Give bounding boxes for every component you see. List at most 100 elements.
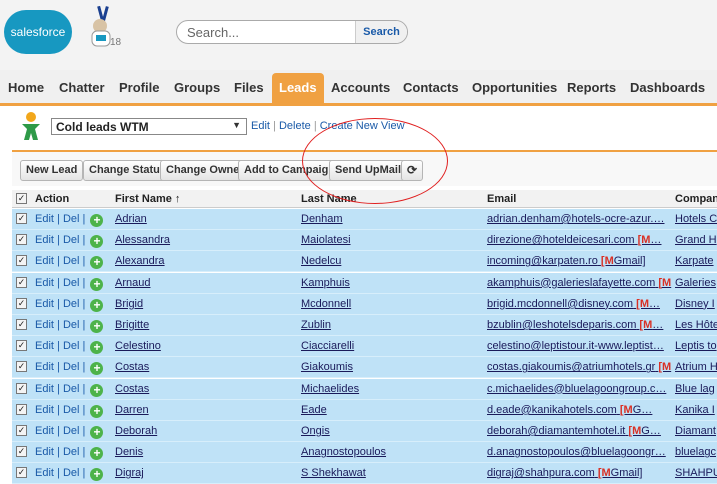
- row-del-link[interactable]: Del: [63, 467, 80, 479]
- first-name-link[interactable]: Brigitte: [115, 315, 297, 336]
- row-edit-link[interactable]: Edit: [35, 319, 54, 331]
- row-edit-link[interactable]: Edit: [35, 234, 54, 246]
- email-link[interactable]: c.michaelides@bluelagoongroup.c…: [487, 383, 666, 395]
- table-row[interactable]: ✓ Edit | Del | + Brigid Mcdonnell brigid…: [12, 293, 717, 315]
- row-checkbox[interactable]: ✓: [16, 382, 27, 394]
- tab-groups[interactable]: Groups: [174, 80, 220, 95]
- row-edit-link[interactable]: Edit: [35, 383, 54, 395]
- row-del-link[interactable]: Del: [63, 404, 80, 416]
- add-icon[interactable]: +: [90, 383, 104, 397]
- first-name-link[interactable]: Brigid: [115, 294, 297, 315]
- table-row[interactable]: ✓ Edit | Del | + Costas Michaelides c.mi…: [12, 378, 717, 400]
- row-edit-link[interactable]: Edit: [35, 425, 54, 437]
- row-del-link[interactable]: Del: [63, 340, 80, 352]
- company-link[interactable]: Grand H: [675, 230, 717, 251]
- company-link[interactable]: Karpate: [675, 251, 717, 272]
- add-icon[interactable]: +: [90, 214, 104, 227]
- first-name-link[interactable]: Costas: [115, 379, 297, 400]
- row-checkbox[interactable]: ✓: [16, 403, 27, 415]
- column-header-first-name[interactable]: First Name ↑: [115, 190, 297, 208]
- gmail-icon[interactable]: [M: [658, 277, 671, 289]
- gmail-label[interactable]: …: [652, 319, 663, 331]
- column-header-company[interactable]: Company: [675, 190, 717, 208]
- table-row[interactable]: ✓ Edit | Del | + Adrian Denham adrian.de…: [12, 209, 717, 230]
- company-link[interactable]: Kanika I: [675, 400, 717, 421]
- first-name-link[interactable]: Denis: [115, 442, 297, 463]
- last-name-link[interactable]: Giakoumis: [301, 357, 483, 378]
- column-header-email[interactable]: Email: [487, 190, 672, 208]
- table-row[interactable]: ✓ Edit | Del | + Brigitte Zublin bzublin…: [12, 315, 717, 336]
- row-del-link[interactable]: Del: [63, 361, 80, 373]
- tab-home[interactable]: Home: [8, 80, 44, 95]
- add-icon[interactable]: +: [90, 404, 104, 418]
- add-icon[interactable]: +: [90, 298, 104, 312]
- table-row[interactable]: ✓ Edit | Del | + Costas Giakoumis costas…: [12, 357, 717, 379]
- table-row[interactable]: ✓ Edit | Del | + Digraj S Shekhawat digr…: [12, 463, 717, 484]
- row-checkbox[interactable]: ✓: [16, 425, 27, 436]
- row-del-link[interactable]: Del: [63, 255, 80, 267]
- table-row[interactable]: ✓ Edit | Del | + Alexandra Nedelcu incom…: [12, 251, 717, 273]
- email-link[interactable]: deborah@diamantemhotel.it: [487, 425, 625, 437]
- tab-opportunities[interactable]: Opportunities: [472, 80, 557, 95]
- first-name-link[interactable]: Digraj: [115, 463, 297, 484]
- row-checkbox[interactable]: ✓: [16, 446, 27, 458]
- gmail-label[interactable]: …: [649, 298, 660, 310]
- add-icon[interactable]: +: [90, 277, 104, 291]
- search-input[interactable]: [177, 21, 355, 43]
- company-link[interactable]: Atrium H: [675, 357, 717, 378]
- company-link[interactable]: Hotels C: [675, 209, 717, 230]
- last-name-link[interactable]: Eade: [301, 400, 483, 421]
- row-checkbox[interactable]: ✓: [16, 340, 27, 352]
- last-name-link[interactable]: Nedelcu: [301, 251, 483, 272]
- last-name-link[interactable]: Mcdonnell: [301, 294, 483, 315]
- last-name-link[interactable]: Maiolatesi: [301, 230, 483, 251]
- row-del-link[interactable]: Del: [63, 234, 80, 246]
- last-name-link[interactable]: Kamphuis: [301, 273, 483, 294]
- salesforce-logo[interactable]: salesforce: [4, 10, 72, 54]
- tab-reports[interactable]: Reports: [567, 80, 616, 95]
- gmail-label[interactable]: G…: [633, 404, 653, 416]
- change-status-button[interactable]: Change Status: [83, 160, 173, 181]
- gmail-icon[interactable]: [M: [628, 425, 641, 437]
- first-name-link[interactable]: Adrian: [115, 209, 297, 230]
- row-del-link[interactable]: Del: [63, 213, 80, 225]
- select-all-checkbox[interactable]: ✓: [16, 193, 27, 204]
- row-del-link[interactable]: Del: [63, 277, 80, 289]
- email-link[interactable]: d.eade@kanikahotels.com: [487, 404, 617, 416]
- row-del-link[interactable]: Del: [63, 425, 80, 437]
- first-name-link[interactable]: Deborah: [115, 421, 297, 442]
- add-icon[interactable]: +: [90, 235, 104, 249]
- tab-chatter[interactable]: Chatter: [59, 80, 105, 95]
- company-link[interactable]: Leptis to: [675, 336, 717, 357]
- first-name-link[interactable]: Arnaud: [115, 273, 297, 294]
- gmail-icon[interactable]: [M: [658, 361, 671, 373]
- row-checkbox[interactable]: ✓: [16, 255, 27, 267]
- add-icon[interactable]: +: [90, 256, 104, 270]
- first-name-link[interactable]: Alexandra: [115, 251, 297, 272]
- table-row[interactable]: ✓ Edit | Del | + Deborah Ongis deborah@d…: [12, 421, 717, 442]
- row-edit-link[interactable]: Edit: [35, 446, 54, 458]
- add-icon[interactable]: +: [90, 447, 104, 461]
- tab-accounts[interactable]: Accounts: [331, 80, 390, 95]
- email-link[interactable]: celestino@leptistour.it-www.leptist…: [487, 340, 664, 352]
- row-del-link[interactable]: Del: [63, 319, 80, 331]
- row-edit-link[interactable]: Edit: [35, 213, 54, 225]
- first-name-link[interactable]: Celestino: [115, 336, 297, 357]
- first-name-link[interactable]: Costas: [115, 357, 297, 378]
- table-row[interactable]: ✓ Edit | Del | + Alessandra Maiolatesi d…: [12, 230, 717, 252]
- gmail-label[interactable]: …: [650, 234, 661, 246]
- add-icon[interactable]: +: [90, 468, 104, 482]
- tab-dashboards[interactable]: Dashboards: [630, 80, 705, 95]
- row-del-link[interactable]: Del: [63, 383, 80, 395]
- edit-view-link[interactable]: Edit: [251, 120, 270, 132]
- email-link[interactable]: brigid.mcdonnell@disney.com: [487, 298, 633, 310]
- gmail-icon[interactable]: [M: [636, 298, 649, 310]
- last-name-link[interactable]: Denham: [301, 209, 483, 230]
- row-checkbox[interactable]: ✓: [16, 213, 27, 224]
- search-button[interactable]: Search: [355, 21, 407, 43]
- first-name-link[interactable]: Darren: [115, 400, 297, 421]
- tab-files[interactable]: Files: [234, 80, 264, 95]
- gmail-label[interactable]: Gmail]: [614, 255, 646, 267]
- row-checkbox[interactable]: ✓: [16, 361, 27, 373]
- row-edit-link[interactable]: Edit: [35, 255, 54, 267]
